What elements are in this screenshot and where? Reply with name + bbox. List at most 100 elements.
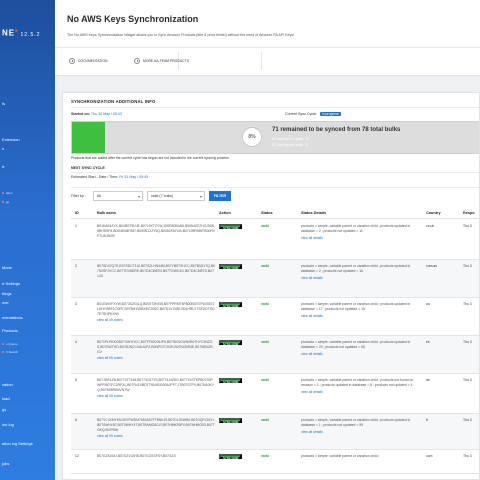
sidebar-item[interactable]: is: [0, 100, 55, 107]
sync-now-button[interactable]: SYNC NOW: [219, 378, 243, 384]
asins-text: B01GWVFXYW,B07JS2S4LQ,B005T3HJ06,B07FPRM…: [97, 302, 215, 316]
bulk-asins: B01KA94ZYK,B01BST5UJE,B07L9XTZYW,15SR80B…: [97, 224, 215, 238]
sidebar-item-label: ge: [6, 200, 10, 204]
sidebar-item[interactable]: ttings: [0, 290, 55, 297]
asins-text: B07YCJXMYKN,B07FWDM76M,B07FT8NKJS,B07DLG…: [97, 418, 215, 432]
sidebar-item-label: Products: [2, 328, 18, 333]
sync-now-button[interactable]: SYNC NOW: [219, 224, 243, 230]
documentation-link[interactable]: DOCUMENTATION: [69, 58, 107, 64]
filter-select-type[interactable]: All: [93, 191, 143, 201]
filter-select-status[interactable]: valid (7 bulks): [147, 191, 205, 201]
app-version: 12.5.2: [20, 31, 41, 38]
asins-text: B01KA94ZYK,B01BST5UJE,B07L9XTZYW,15SR80B…: [97, 224, 215, 238]
sidebar-item[interactable]: rt: [0, 163, 55, 170]
row-status: valid: [261, 340, 269, 344]
est-label: Estimated Start - Date / Time:: [71, 175, 119, 179]
table-row: 6 B07YCJXMYKN,B07FWDM76M,B07FT8NKJS,B07DL…: [71, 414, 479, 450]
sidebar-item-label: rt: [2, 164, 5, 169]
sidebar-item[interactable]: load: [0, 395, 55, 402]
filter-button[interactable]: FILTER: [209, 191, 231, 201]
table-header: ID Bulk asins Action Status Status Detai…: [71, 209, 479, 219]
sidebar-item[interactable]: zation: [0, 381, 55, 388]
col-country: Country: [426, 211, 441, 215]
asins-text: B07GZKXMJ,B07GZVJ2HD,B07GZXGFSY,B07GZX: [97, 454, 176, 458]
filter-label: Filter by :: [71, 194, 86, 198]
sidebar-item[interactable]: ation: [0, 190, 55, 197]
row-country: de: [426, 378, 430, 382]
view-details-link[interactable]: view all details: [301, 352, 421, 357]
sidebar-item[interactable]: gs: [0, 406, 55, 413]
sidebar-item[interactable]: Extension: [0, 136, 55, 143]
row-country: com: [426, 454, 433, 458]
page-title: No AWS Keys Synchronization: [67, 14, 199, 24]
sidebar-item[interactable]: ion log: [0, 421, 55, 428]
view-details-link[interactable]: view all details: [301, 314, 421, 319]
sidebar-item[interactable]: Mode: [0, 264, 55, 271]
sync-now-button[interactable]: SYNC NOW: [219, 264, 243, 270]
row-response: Thu 3: [463, 378, 472, 382]
sync-now-button[interactable]: SYNC NOW: [219, 302, 243, 308]
sidebar-item[interactable]: s: [0, 145, 55, 152]
status-details: products = simple, variable parent or va…: [301, 302, 421, 318]
details-text: products = simple, variable parent or va…: [301, 340, 411, 349]
view-details-link[interactable]: view all details: [301, 236, 421, 241]
table-row: 3 B01GWVFXYW,B07JS2S4LQ,B005T3HJ06,B07FPR…: [71, 298, 479, 336]
sidebar-item[interactable]: mer: [0, 299, 55, 306]
row-country: es: [426, 340, 430, 344]
view-codes-link[interactable]: view all 49 codes: [97, 318, 215, 323]
details-text: products = simple, variable parent or va…: [301, 224, 411, 233]
row-response: Thu 3: [463, 224, 472, 228]
sidebar-item[interactable]: jobs: [0, 460, 55, 467]
view-details-link[interactable]: view all details: [301, 390, 421, 395]
sidebar-item-label: ion log: [2, 422, 14, 427]
last-bulk-text: ID Last bulk in cycle: 78: [272, 137, 309, 141]
divider: [71, 187, 479, 188]
view-details-link[interactable]: view all details: [301, 276, 421, 281]
row-id: 4: [75, 340, 77, 344]
row-status: valid: [261, 302, 269, 306]
current-cycle: Current Sync Cycle: in progress: [285, 112, 341, 116]
sidebar-item[interactable]: ation log Settings: [0, 440, 55, 447]
more-products-link[interactable]: MORE AA-TEAM PRODUCTS: [134, 58, 189, 64]
col-response: Respo: [463, 211, 475, 215]
col-status: Status: [261, 211, 273, 215]
sidebar-item-label: is: [2, 101, 5, 106]
bulk-asins: B07SD47Q7R,B07SDCT13J,B07S2LHN44M,B07YB5…: [97, 264, 215, 278]
sidebar-item[interactable]: mendations: [0, 314, 55, 321]
started-on: Started on: Thu 30 May / 05:43: [71, 112, 122, 116]
sidebar-item-label: n Queue: [6, 342, 18, 346]
sidebar-item[interactable]: n Queue: [0, 341, 55, 348]
details-text: products = simple, variable parent or va…: [301, 378, 414, 387]
col-id: ID: [75, 211, 79, 215]
sync-now-button[interactable]: SYNC NOW: [219, 340, 243, 346]
view-details-link[interactable]: view all details: [301, 430, 421, 435]
sidebar-item[interactable]: rt Search: [0, 349, 55, 356]
details-text: products = simple, variable parent or va…: [301, 418, 411, 427]
divider: [71, 107, 479, 108]
details-text: products = simple, variable parent or va…: [301, 454, 380, 458]
sidebar-item-label: mer: [2, 300, 9, 305]
row-id: 12: [75, 454, 79, 458]
remaining-text: 71 remained to be synced from 78 total b…: [272, 127, 401, 133]
status-details: products = simple, variable parent or va…: [301, 378, 421, 394]
view-codes-link[interactable]: view all 55 codes: [97, 394, 215, 399]
sidebar-item[interactable]: Products: [0, 327, 55, 334]
sync-now-button[interactable]: SYNC NOW: [219, 454, 243, 460]
heart-outline-icon: [134, 58, 140, 64]
row-country: co.uk: [426, 224, 435, 228]
sidebar-item[interactable]: ge: [0, 199, 55, 206]
est-value: Fri 31 May / 05:45: [119, 175, 149, 179]
status-details: products = simple, variable parent or va…: [301, 224, 421, 240]
view-codes-link[interactable]: view all 65 codes: [97, 356, 215, 361]
row-id: 6: [75, 418, 77, 422]
sidebar-item-label: rt Settings: [2, 281, 21, 286]
sidebar-item-label: ttings: [2, 291, 12, 296]
sidebar-item-label: s: [2, 146, 4, 151]
asins-text: B07SD47Q7R,B07SDCT13J,B07S2LHN44M,B07YB5…: [97, 264, 215, 278]
started-value: Thu 30 May / 05:43: [90, 112, 122, 116]
view-codes-link[interactable]: view all 99 codes: [97, 434, 215, 439]
sidebar-item[interactable]: rt Settings: [0, 280, 55, 287]
bullet-icon: [2, 343, 4, 346]
next-cycle-title: NEXT SYNC CYCLE: [71, 166, 105, 170]
sync-now-button[interactable]: SYNC NOW: [219, 418, 243, 424]
